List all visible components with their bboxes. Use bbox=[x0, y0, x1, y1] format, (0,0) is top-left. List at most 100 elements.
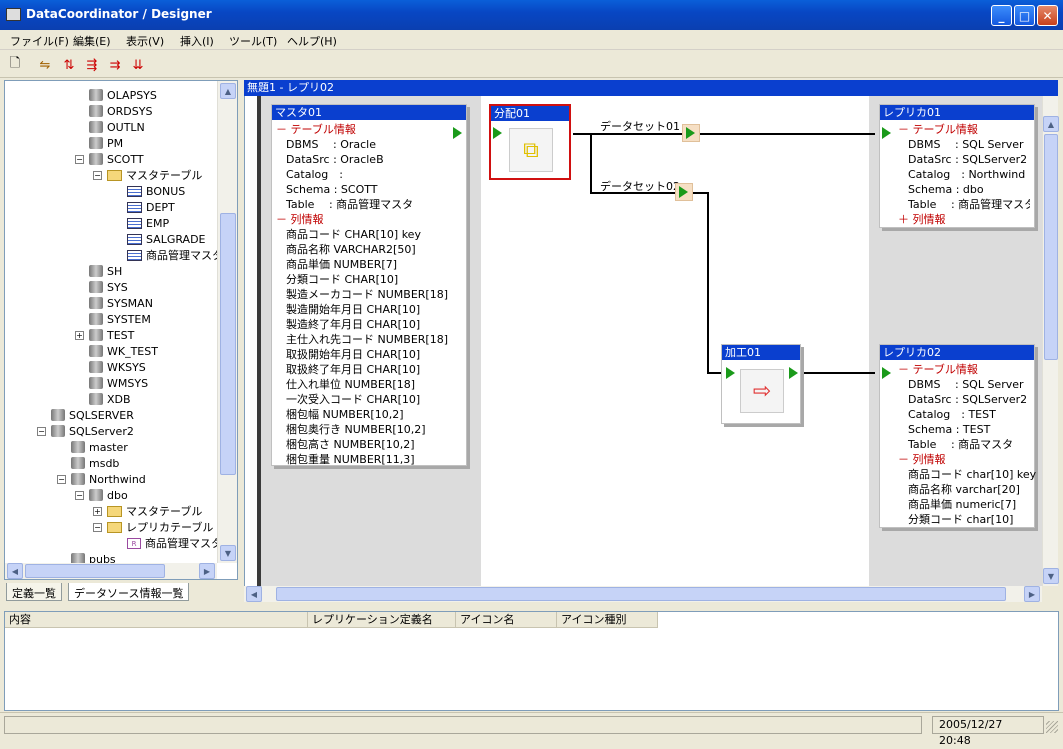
column-info-header[interactable]: － 列情報 bbox=[276, 212, 462, 227]
tree-item[interactable]: master bbox=[71, 439, 128, 455]
scroll-right-button[interactable]: ▶ bbox=[1024, 586, 1040, 602]
input-port-icon[interactable] bbox=[882, 127, 891, 139]
column-header-icon-name[interactable]: アイコン名 bbox=[456, 612, 557, 628]
tree-item[interactable]: SYS bbox=[89, 279, 128, 295]
design-canvas[interactable]: マスタ01 － テーブル情報 DBMS : Oracle DataSrc : O… bbox=[244, 96, 1042, 586]
minimize-button[interactable]: _ bbox=[991, 5, 1012, 26]
menu-insert[interactable]: 挿入(I) bbox=[180, 33, 214, 49]
tree-item[interactable]: msdb bbox=[71, 455, 119, 471]
tree-item[interactable]: SH bbox=[89, 263, 122, 279]
collapse-toggle[interactable]: − bbox=[75, 155, 84, 164]
tree-item[interactable]: OLAPSYS bbox=[89, 87, 157, 103]
insert-process-icon[interactable]: ⇶ bbox=[82, 55, 102, 75]
tree-item[interactable]: WMSYS bbox=[89, 375, 148, 391]
menu-help[interactable]: ヘルプ(H) bbox=[287, 33, 337, 49]
scroll-thumb[interactable] bbox=[1044, 134, 1058, 360]
datasource-tree[interactable]: OLAPSYS ORDSYS OUTLN PM − SCOTT − マスタテーブ… bbox=[4, 80, 238, 580]
insert-master-icon[interactable]: ⇋ bbox=[35, 55, 55, 75]
input-port-icon[interactable] bbox=[726, 367, 735, 379]
dataset02-connector[interactable] bbox=[675, 183, 693, 201]
scroll-thumb[interactable] bbox=[25, 564, 165, 578]
tree-item[interactable]: Northwind bbox=[71, 471, 146, 487]
tree-horizontal-scrollbar[interactable]: ◀ ▶ bbox=[5, 563, 217, 579]
tab-datasource-list[interactable]: データソース情報一覧 bbox=[68, 583, 190, 601]
tree-item[interactable]: SYSTEM bbox=[89, 311, 151, 327]
menu-view[interactable]: 表示(V) bbox=[126, 33, 164, 49]
tree-item[interactable]: WKSYS bbox=[89, 359, 146, 375]
tree-item[interactable]: SQLServer2 bbox=[51, 423, 134, 439]
table-info-header[interactable]: － テーブル情報 bbox=[898, 122, 1030, 137]
tree-item[interactable]: ORDSYS bbox=[89, 103, 152, 119]
replica02-node[interactable]: レプリカ02 － テーブル情報 DBMS : SQL Server DataSr… bbox=[879, 344, 1036, 528]
column-info-header[interactable]: ＋ 列情報 bbox=[898, 212, 1030, 227]
tree-item[interactable]: EMP bbox=[127, 215, 169, 231]
output-port-icon[interactable] bbox=[453, 127, 462, 139]
canvas-horizontal-scrollbar[interactable]: ◀ ▶ bbox=[244, 586, 1042, 602]
dataset01-label[interactable]: データセット01 bbox=[600, 118, 680, 134]
scroll-right-button[interactable]: ▶ bbox=[199, 563, 215, 579]
tree-item[interactable]: PM bbox=[89, 135, 123, 151]
tree-item[interactable]: DEPT bbox=[127, 199, 175, 215]
dataset02-label[interactable]: データセット02 bbox=[600, 178, 680, 194]
collapse-toggle[interactable]: − bbox=[75, 491, 84, 500]
master-node[interactable]: マスタ01 － テーブル情報 DBMS : Oracle DataSrc : O… bbox=[271, 104, 467, 466]
tree-item[interactable]: SCOTT bbox=[89, 151, 144, 167]
menu-file[interactable]: ファイル(F) bbox=[10, 33, 69, 49]
distribute-node[interactable]: 分配01 ⧉ bbox=[489, 104, 571, 180]
tree-item[interactable]: TEST bbox=[89, 327, 134, 343]
tree-item[interactable]: BONUS bbox=[127, 183, 185, 199]
tree-item[interactable]: マスタテーブル bbox=[107, 167, 202, 183]
canvas-vertical-scrollbar[interactable]: ▲ ▼ bbox=[1042, 96, 1059, 586]
close-button[interactable]: ✕ bbox=[1037, 5, 1058, 26]
collapse-toggle[interactable]: − bbox=[37, 427, 46, 436]
insert-replica-icon[interactable]: ⇊ bbox=[128, 55, 148, 75]
scroll-left-button[interactable]: ◀ bbox=[246, 586, 262, 602]
tree-item[interactable]: SYSMAN bbox=[89, 295, 153, 311]
scroll-thumb[interactable] bbox=[276, 587, 1006, 601]
input-port-icon[interactable] bbox=[882, 367, 891, 379]
message-list[interactable]: 内容 レプリケーション定義名 アイコン名 アイコン種別 bbox=[4, 611, 1059, 711]
tree-item[interactable]: XDB bbox=[89, 391, 131, 407]
table-info-header[interactable]: － テーブル情報 bbox=[898, 362, 1030, 377]
tree-item[interactable]: R 商品管理マスタ bbox=[127, 535, 222, 551]
process-node[interactable]: 加工01 ⇨ bbox=[721, 344, 801, 424]
tree-item[interactable]: dbo bbox=[89, 487, 128, 503]
collapse-toggle[interactable]: − bbox=[57, 475, 66, 484]
expand-toggle[interactable]: + bbox=[75, 331, 84, 340]
tree-item[interactable]: レプリカテーブル bbox=[107, 519, 213, 535]
column-header-content[interactable]: 内容 bbox=[5, 612, 308, 628]
tree-item[interactable]: SQLSERVER bbox=[51, 407, 134, 423]
tree-item[interactable]: 商品管理マスタ bbox=[127, 247, 223, 263]
tree-item[interactable]: SALGRADE bbox=[127, 231, 206, 247]
tab-definition-list[interactable]: 定義一覧 bbox=[6, 583, 62, 601]
new-document-icon[interactable]: 🗋 bbox=[5, 55, 25, 75]
replica01-node[interactable]: レプリカ01 － テーブル情報 DBMS : SQL Server DataSr… bbox=[879, 104, 1035, 228]
input-port-icon[interactable] bbox=[493, 127, 502, 139]
insert-merge-icon[interactable]: ⇉ bbox=[105, 55, 125, 75]
output-port-icon[interactable] bbox=[789, 367, 798, 379]
resize-grip-icon[interactable] bbox=[1046, 721, 1058, 733]
scroll-left-button[interactable]: ◀ bbox=[7, 563, 23, 579]
tree-vertical-scrollbar[interactable]: ▲ ▼ bbox=[217, 81, 237, 563]
column-header-definition-name[interactable]: レプリケーション定義名 bbox=[308, 612, 456, 628]
scroll-thumb[interactable] bbox=[220, 213, 236, 475]
maximize-button[interactable]: □ bbox=[1014, 5, 1035, 26]
tree-item[interactable]: WK_TEST bbox=[89, 343, 158, 359]
scroll-up-button[interactable]: ▲ bbox=[1043, 116, 1059, 132]
scroll-up-button[interactable]: ▲ bbox=[220, 83, 236, 99]
column-info-header[interactable]: － 列情報 bbox=[898, 452, 1030, 467]
pane-splitter[interactable] bbox=[239, 80, 243, 600]
scroll-down-button[interactable]: ▼ bbox=[220, 545, 236, 561]
scroll-down-button[interactable]: ▼ bbox=[1043, 568, 1059, 584]
column-header-icon-type[interactable]: アイコン種別 bbox=[557, 612, 658, 628]
collapse-toggle[interactable]: − bbox=[93, 523, 102, 532]
expand-toggle[interactable]: + bbox=[93, 507, 102, 516]
menu-tools[interactable]: ツール(T) bbox=[229, 33, 277, 49]
tree-item[interactable]: マスタテーブル bbox=[107, 503, 202, 519]
insert-distribute-icon[interactable]: ⇅ bbox=[59, 55, 79, 75]
tree-item[interactable]: OUTLN bbox=[89, 119, 145, 135]
dataset01-connector[interactable] bbox=[682, 124, 700, 142]
collapse-toggle[interactable]: − bbox=[93, 171, 102, 180]
menu-edit[interactable]: 編集(E) bbox=[73, 33, 111, 49]
table-info-header[interactable]: － テーブル情報 bbox=[276, 122, 462, 137]
